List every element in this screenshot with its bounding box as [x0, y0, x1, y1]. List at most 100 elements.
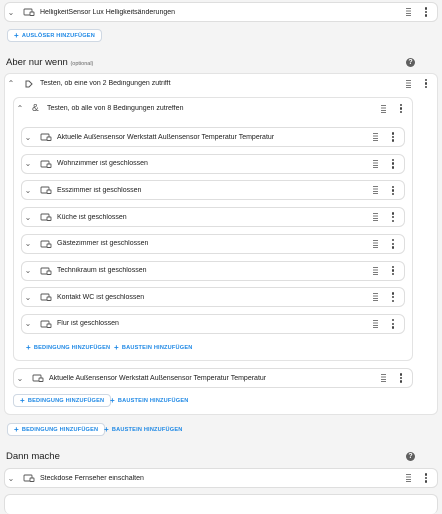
device-icon [40, 132, 52, 142]
inner-add-condition-button[interactable]: + BEDINGUNG HINZUFÜGEN [26, 343, 110, 352]
and-condition-item[interactable]: ⌄ Kontakt WC ist geschlossen [21, 287, 405, 308]
plus-icon: + [20, 396, 25, 405]
help-icon[interactable]: ? [406, 58, 415, 67]
and-condition-label: Testen, ob alle von 8 Bedingungen zutref… [47, 105, 184, 112]
and-item-label: Technikraum ist geschlossen [57, 267, 147, 274]
drag-handle-icon[interactable] [373, 133, 378, 141]
and-condition-item[interactable]: ⌄ Flur ist geschlossen [21, 313, 405, 334]
and-condition-item[interactable]: ⌄ Aktuelle Außensensor Werkstatt Außensen… [21, 127, 405, 147]
more-menu-icon[interactable] [400, 373, 403, 383]
or-condition-label: Testen, ob eine von 2 Bedingungen zutrif… [40, 80, 171, 87]
chevron-down-icon[interactable]: ⌄ [22, 293, 34, 302]
and-condition-item[interactable]: ⌄ Gästezimmer ist geschlossen [21, 233, 405, 254]
and-item-label: Aktuelle Außensensor Werkstatt Außensens… [57, 133, 275, 141]
conditions-title: Aber nur wenn (optional) [6, 57, 93, 68]
more-menu-icon[interactable] [392, 132, 395, 142]
chevron-down-icon[interactable]: ⌄ [22, 266, 34, 275]
optional-hint: (optional) [70, 61, 94, 67]
trigger-row[interactable]: ⌄ HelligkeitSensor Lux Helligkeitsänderu… [4, 2, 438, 22]
drag-handle-icon[interactable] [373, 319, 378, 328]
or-condition-icon [25, 80, 33, 87]
and-condition-header[interactable]: ⌃ & Testen, ob alle von 8 Bedingungen zu… [14, 99, 412, 118]
chevron-down-icon[interactable]: ⌄ [22, 239, 34, 248]
drag-handle-icon[interactable] [381, 374, 386, 382]
chevron-up-icon[interactable]: ⌃ [14, 104, 26, 113]
more-menu-icon[interactable] [392, 292, 395, 303]
more-menu-icon[interactable] [392, 319, 395, 329]
or-add-block-label: BAUSTEIN HINZUFÜGEN [117, 397, 189, 404]
chevron-down-icon[interactable]: ⌄ [5, 474, 17, 483]
drag-handle-icon[interactable] [373, 213, 378, 222]
and-item-label: Kontakt WC ist geschlossen [57, 293, 145, 301]
and-condition-item[interactable]: ⌄ Wohnzimmer ist geschlossen [21, 153, 405, 174]
and-condition-item[interactable]: ⌄ Küche ist geschlossen [21, 207, 405, 228]
add-trigger-label: AUSLÖSER HINZUFÜGEN [21, 32, 95, 39]
inner-add-block-button[interactable]: + BAUSTEIN HINZUFÜGEN [114, 343, 193, 352]
device-icon [40, 319, 52, 329]
and-item-label: Gästezimmer ist geschlossen [57, 240, 149, 248]
drag-handle-icon[interactable] [373, 239, 378, 248]
drag-handle-icon[interactable] [373, 293, 378, 302]
drag-handle-icon[interactable] [406, 474, 411, 482]
outer-add-block-button[interactable]: + BAUSTEIN HINZUFÜGEN [104, 423, 183, 436]
chevron-down-icon[interactable]: ⌄ [22, 133, 34, 142]
drag-handle-icon[interactable] [373, 186, 378, 195]
and-condition-icon: & [32, 102, 39, 114]
chevron-down-icon[interactable]: ⌄ [22, 319, 34, 328]
more-menu-icon[interactable] [392, 212, 395, 222]
inner-add-condition-label: BEDINGUNG HINZUFÜGEN [33, 344, 111, 351]
plus-icon: + [110, 396, 115, 405]
and-item-label: Küche ist geschlossen [57, 213, 127, 221]
help-icon[interactable]: ? [406, 452, 415, 461]
inner-add-block-label: BAUSTEIN HINZUFÜGEN [121, 344, 193, 351]
drag-handle-icon[interactable] [381, 104, 386, 113]
device-icon [23, 7, 35, 17]
more-menu-icon[interactable] [400, 103, 403, 114]
or-item-label: Aktuelle Außensensor Werkstatt Außensens… [49, 374, 267, 382]
device-icon [40, 292, 52, 302]
more-menu-icon[interactable] [392, 185, 395, 196]
device-icon [23, 473, 35, 483]
action-label: Steckdose Fernseher einschalten [40, 474, 144, 482]
device-icon [40, 266, 52, 276]
and-item-label: Wohnzimmer ist geschlossen [57, 160, 148, 168]
plus-icon: + [14, 31, 19, 40]
conditions-title-text: Aber nur wenn [6, 57, 68, 68]
chevron-up-icon[interactable]: ⌃ [5, 79, 17, 88]
trigger-label: HelligkeitSensor Lux Helligkeitsänderung… [40, 8, 176, 16]
action-row[interactable]: ⌄ Steckdose Fernseher einschalten [4, 468, 438, 488]
chevron-down-icon[interactable]: ⌄ [22, 186, 34, 195]
chevron-down-icon[interactable]: ⌄ [5, 8, 17, 17]
more-menu-icon[interactable] [392, 158, 395, 169]
device-icon [40, 159, 52, 169]
plus-icon: + [114, 343, 119, 352]
more-menu-icon[interactable] [425, 473, 428, 483]
outer-add-block-label: BAUSTEIN HINZUFÜGEN [111, 426, 183, 433]
and-item-label: Flur ist geschlossen [57, 320, 119, 328]
add-trigger-button[interactable]: + AUSLÖSER HINZUFÜGEN [7, 29, 102, 42]
device-icon [32, 373, 44, 383]
drag-handle-icon[interactable] [373, 159, 378, 168]
drag-handle-icon[interactable] [406, 8, 411, 16]
more-menu-icon[interactable] [392, 265, 395, 276]
and-condition-item[interactable]: ⌄ Esszimmer ist geschlossen [21, 180, 405, 201]
and-item-label: Esszimmer ist geschlossen [57, 186, 142, 194]
drag-handle-icon[interactable] [406, 79, 411, 88]
device-icon [40, 239, 52, 249]
outer-add-condition-button[interactable]: + BEDINGUNG HINZUFÜGEN [7, 423, 106, 436]
device-icon [40, 185, 52, 195]
or-add-condition-label: BEDINGUNG HINZUFÜGEN [27, 397, 105, 404]
more-menu-icon[interactable] [425, 7, 428, 17]
or-condition-header[interactable]: ⌃ Testen, ob eine von 2 Bedingungen zutr… [5, 74, 437, 93]
or-add-block-button[interactable]: + BAUSTEIN HINZUFÜGEN [110, 394, 189, 407]
next-action-row[interactable] [4, 494, 438, 514]
chevron-down-icon[interactable]: ⌄ [14, 374, 26, 383]
chevron-down-icon[interactable]: ⌄ [22, 213, 34, 222]
or-condition-item[interactable]: ⌄ Aktuelle Außensensor Werkstatt Außense… [13, 368, 413, 388]
chevron-down-icon[interactable]: ⌄ [22, 159, 34, 168]
more-menu-icon[interactable] [392, 238, 395, 249]
or-add-condition-button[interactable]: + BEDINGUNG HINZUFÜGEN [13, 394, 112, 407]
more-menu-icon[interactable] [425, 78, 428, 89]
and-condition-item[interactable]: ⌄ Technikraum ist geschlossen [21, 260, 405, 281]
drag-handle-icon[interactable] [373, 266, 378, 275]
